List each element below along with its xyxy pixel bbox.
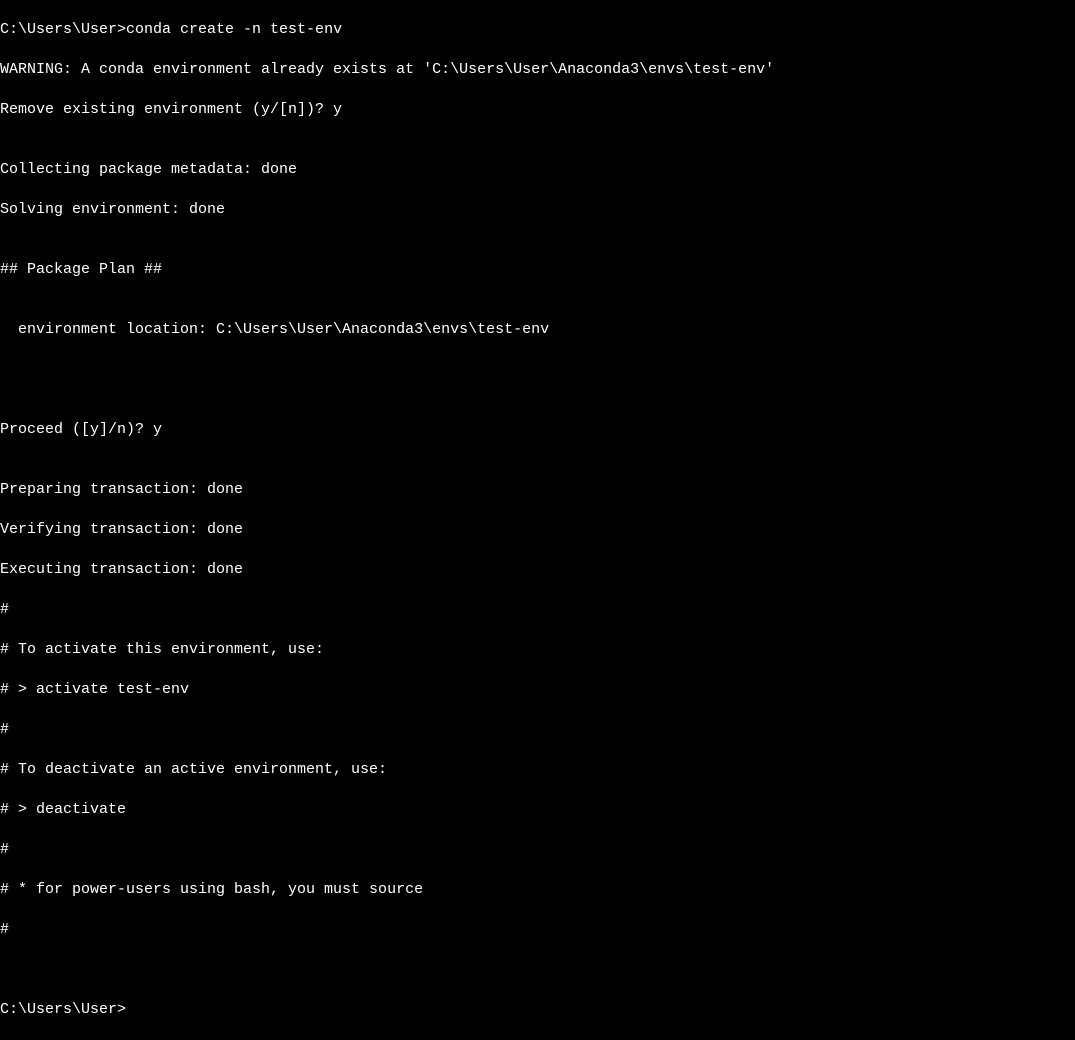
output-line: # <box>0 720 1075 740</box>
command-line: C:\Users\User>conda create -n test-env <box>0 20 1075 40</box>
output-line: Remove existing environment (y/[n])? y <box>0 100 1075 120</box>
output-line: WARNING: A conda environment already exi… <box>0 60 1075 80</box>
prompt: C:\Users\User> <box>0 1001 126 1018</box>
output-line: # <box>0 840 1075 860</box>
output-line: ## Package Plan ## <box>0 260 1075 280</box>
output-line: Solving environment: done <box>0 200 1075 220</box>
output-line: environment location: C:\Users\User\Anac… <box>0 320 1075 340</box>
output-line: Executing transaction: done <box>0 560 1075 580</box>
output-line: # To activate this environment, use: <box>0 640 1075 660</box>
output-line: # To deactivate an active environment, u… <box>0 760 1075 780</box>
command-text: conda create -n test-env <box>126 21 342 38</box>
output-line: # <box>0 920 1075 940</box>
output-line: Collecting package metadata: done <box>0 160 1075 180</box>
output-line: # > activate test-env <box>0 680 1075 700</box>
output-line: # > deactivate <box>0 800 1075 820</box>
terminal-output[interactable]: C:\Users\User>conda create -n test-env W… <box>0 0 1075 1040</box>
command-line[interactable]: C:\Users\User> <box>0 1000 1075 1020</box>
output-line: # * for power-users using bash, you must… <box>0 880 1075 900</box>
prompt: C:\Users\User> <box>0 21 126 38</box>
output-line: Preparing transaction: done <box>0 480 1075 500</box>
output-line: Proceed ([y]/n)? y <box>0 420 1075 440</box>
output-line: # <box>0 600 1075 620</box>
output-line: Verifying transaction: done <box>0 520 1075 540</box>
